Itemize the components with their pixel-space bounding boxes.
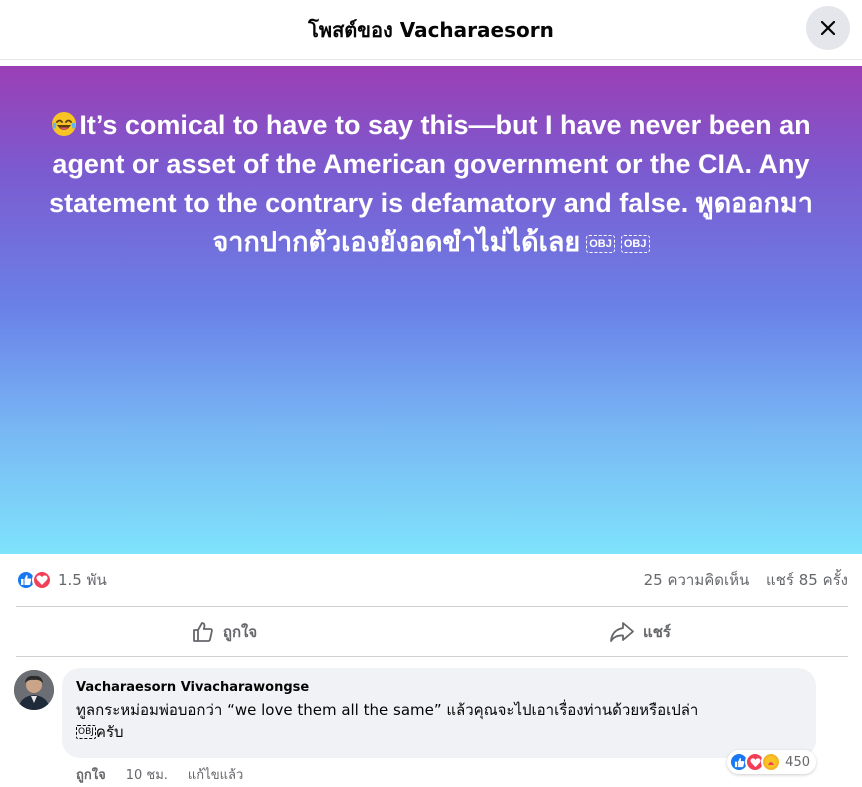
- comment-author[interactable]: Vacharaesorn Vivacharawongse: [76, 680, 802, 695]
- share-button[interactable]: แชร์: [432, 608, 848, 656]
- divider-top: [16, 606, 848, 607]
- comment-actions: ถูกใจ 10 ชม. แก้ไขแล้ว: [76, 764, 243, 785]
- object-placeholder-2: OBJ: [620, 235, 650, 253]
- close-icon: [820, 20, 836, 36]
- close-button[interactable]: [806, 6, 850, 50]
- share-count[interactable]: แชร์ 85 ครั้ง: [766, 571, 848, 589]
- comment-bubble: Vacharaesorn Vivacharawongse ทูลกระหม่อม…: [62, 668, 816, 758]
- comment-text-line1: ทูลกระหม่อมพ่อบอกว่า “we love them all t…: [76, 701, 699, 719]
- object-placeholder-1: OBJ: [586, 235, 615, 253]
- love-reaction-icon: [32, 570, 52, 590]
- dialog-title: โพสต์ของ Vacharaesorn: [308, 18, 554, 42]
- post-text-body: It’s comical to have to say this—but I h…: [49, 110, 813, 257]
- comment-reaction-count: 450: [785, 754, 810, 770]
- dialog-header: โพสต์ของ Vacharaesorn: [0, 0, 862, 60]
- post-actions: ถูกใจ แชร์: [16, 608, 848, 656]
- stats-right: 25 ความคิดเห็น แชร์ 85 ครั้ง: [632, 568, 848, 592]
- divider-bottom: [16, 656, 848, 657]
- laughing-tears-emoji-icon: [52, 112, 77, 136]
- like-button-label: ถูกใจ: [222, 623, 258, 641]
- care-reaction-icon: [761, 752, 782, 772]
- comment-time[interactable]: 10 ชม.: [126, 764, 168, 785]
- comment-reactions[interactable]: 450: [727, 750, 816, 774]
- share-arrow-icon: [610, 622, 634, 642]
- thumbs-up-icon: [192, 622, 213, 642]
- comment-edited-label: แก้ไขแล้ว: [187, 768, 244, 783]
- comment-text-line2: ครับ: [95, 723, 124, 741]
- post-text: It’s comical to have to say this—but I h…: [30, 106, 832, 262]
- commenter-avatar[interactable]: [14, 670, 54, 710]
- comment-text: ทูลกระหม่อมพ่อบอกว่า “we love them all t…: [76, 699, 802, 743]
- share-button-label: แชร์: [643, 623, 671, 641]
- comment-like-link[interactable]: ถูกใจ: [76, 764, 106, 785]
- post-stats: 1.5 พัน 25 ความคิดเห็น แชร์ 85 ครั้ง: [16, 566, 848, 594]
- reaction-summary[interactable]: 1.5 พัน: [16, 568, 107, 592]
- comment-count[interactable]: 25 ความคิดเห็น: [644, 571, 750, 589]
- comment-object-placeholder: OBJ: [76, 725, 96, 739]
- reaction-count[interactable]: 1.5 พัน: [58, 568, 107, 592]
- like-button[interactable]: ถูกใจ: [16, 608, 432, 656]
